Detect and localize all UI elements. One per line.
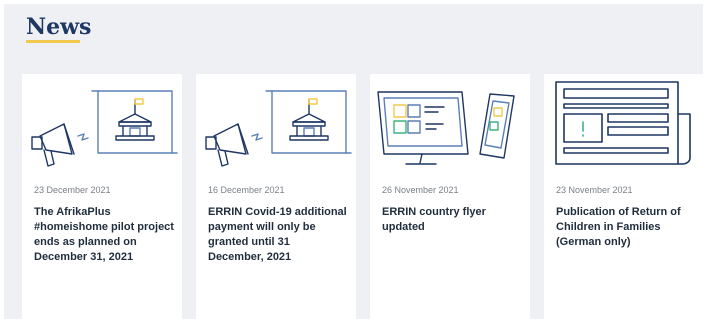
news-title[interactable]: ERRIN Covid-19 additional payment will o… (208, 205, 348, 265)
news-card[interactable]: 16 December 2021 ERRIN Covid-19 addition… (196, 74, 356, 320)
news-title[interactable]: ERRIN country flyer updated (382, 205, 522, 235)
monitor-phone-icon (370, 74, 530, 178)
section-title: News (26, 14, 92, 40)
news-title[interactable]: The AfrikaPlus #homeishome pilot project… (34, 205, 174, 265)
news-date: 23 November 2021 (556, 185, 633, 195)
news-title[interactable]: Publication of Return of Children in Fam… (556, 205, 696, 250)
newspaper-icon (544, 74, 704, 178)
news-card[interactable]: 23 December 2021 The AfrikaPlus #homeish… (22, 74, 182, 320)
megaphone-building-icon (196, 74, 356, 178)
news-section: News 23 December 2021 The AfrikaPlus #ho… (4, 4, 704, 320)
news-date: 16 December 2021 (208, 185, 285, 195)
title-underline (26, 40, 80, 43)
news-date: 23 December 2021 (34, 185, 111, 195)
news-card[interactable]: 26 November 2021 ERRIN country flyer upd… (370, 74, 530, 320)
news-date: 26 November 2021 (382, 185, 459, 195)
news-card[interactable]: 23 November 2021 Publication of Return o… (544, 74, 704, 320)
megaphone-building-icon (22, 74, 182, 178)
